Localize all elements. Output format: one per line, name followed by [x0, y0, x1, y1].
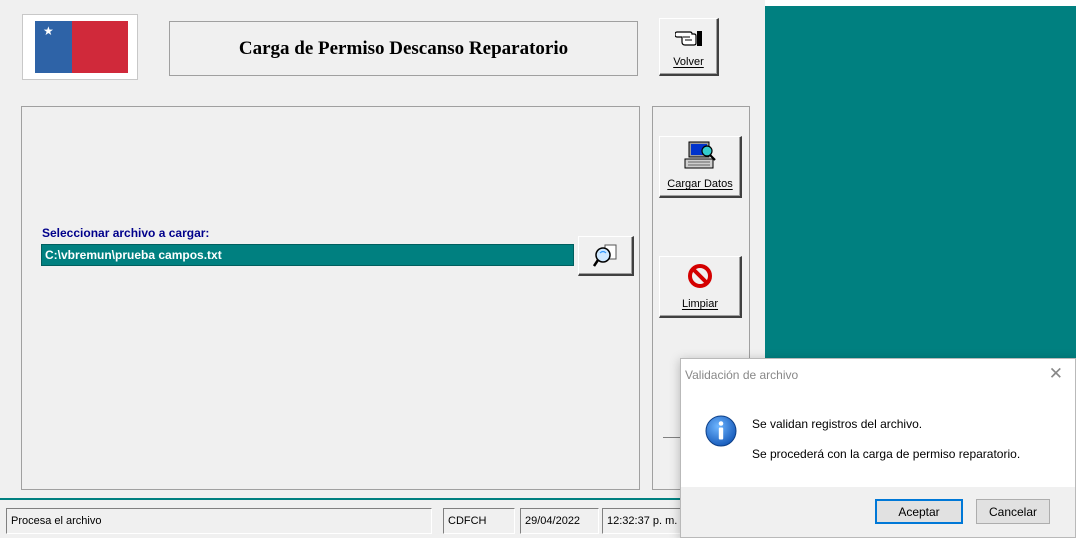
status-user: CDFCH [443, 508, 515, 534]
file-path-input[interactable] [41, 244, 574, 266]
page-title: Carga de Permiso Descanso Reparatorio [238, 37, 569, 59]
logo-emblem: ★ [35, 21, 128, 73]
cargar-datos-label: Cargar Datos [667, 178, 733, 190]
cancel-button[interactable]: Cancelar [976, 499, 1050, 524]
magnifier-icon [592, 244, 616, 267]
star-icon: ★ [43, 24, 54, 38]
dialog-message-line2: Se procederá con la carga de permiso rep… [752, 447, 1021, 461]
browse-file-button[interactable] [578, 236, 634, 276]
title-box: Carga de Permiso Descanso Reparatorio [169, 21, 638, 76]
limpiar-label: Limpiar [681, 298, 719, 310]
no-entry-icon [688, 264, 712, 288]
computer-search-icon [684, 141, 716, 169]
cargar-datos-button[interactable]: Cargar Datos [659, 136, 742, 198]
close-icon[interactable]: ✕ [1049, 364, 1063, 384]
logo-blue-block: ★ [35, 21, 72, 73]
pointing-hand-icon [674, 31, 702, 46]
status-message: Procesa el archivo [6, 508, 432, 534]
main-panel [21, 106, 640, 490]
dialog-message-line1: Se validan registros del archivo. [752, 417, 923, 431]
status-time: 12:32:37 p. m. [602, 508, 682, 534]
status-date: 29/04/2022 [520, 508, 599, 534]
accept-button[interactable]: Aceptar [875, 499, 963, 524]
volver-button[interactable]: Volver [659, 18, 719, 76]
info-icon [705, 415, 737, 447]
validation-dialog: Validación de archivo ✕ Se validan regis… [680, 358, 1076, 538]
app-window: ★ Carga de Permiso Descanso Reparatorio … [0, 0, 765, 538]
volver-label: Volver [673, 56, 704, 68]
logo-red-block [72, 21, 128, 73]
government-logo: ★ [22, 14, 138, 80]
dialog-footer: Aceptar Cancelar [681, 487, 1075, 537]
dialog-title: Validación de archivo [685, 368, 799, 382]
limpiar-button[interactable]: Limpiar [659, 256, 742, 318]
file-select-label: Seleccionar archivo a cargar: [42, 226, 210, 240]
